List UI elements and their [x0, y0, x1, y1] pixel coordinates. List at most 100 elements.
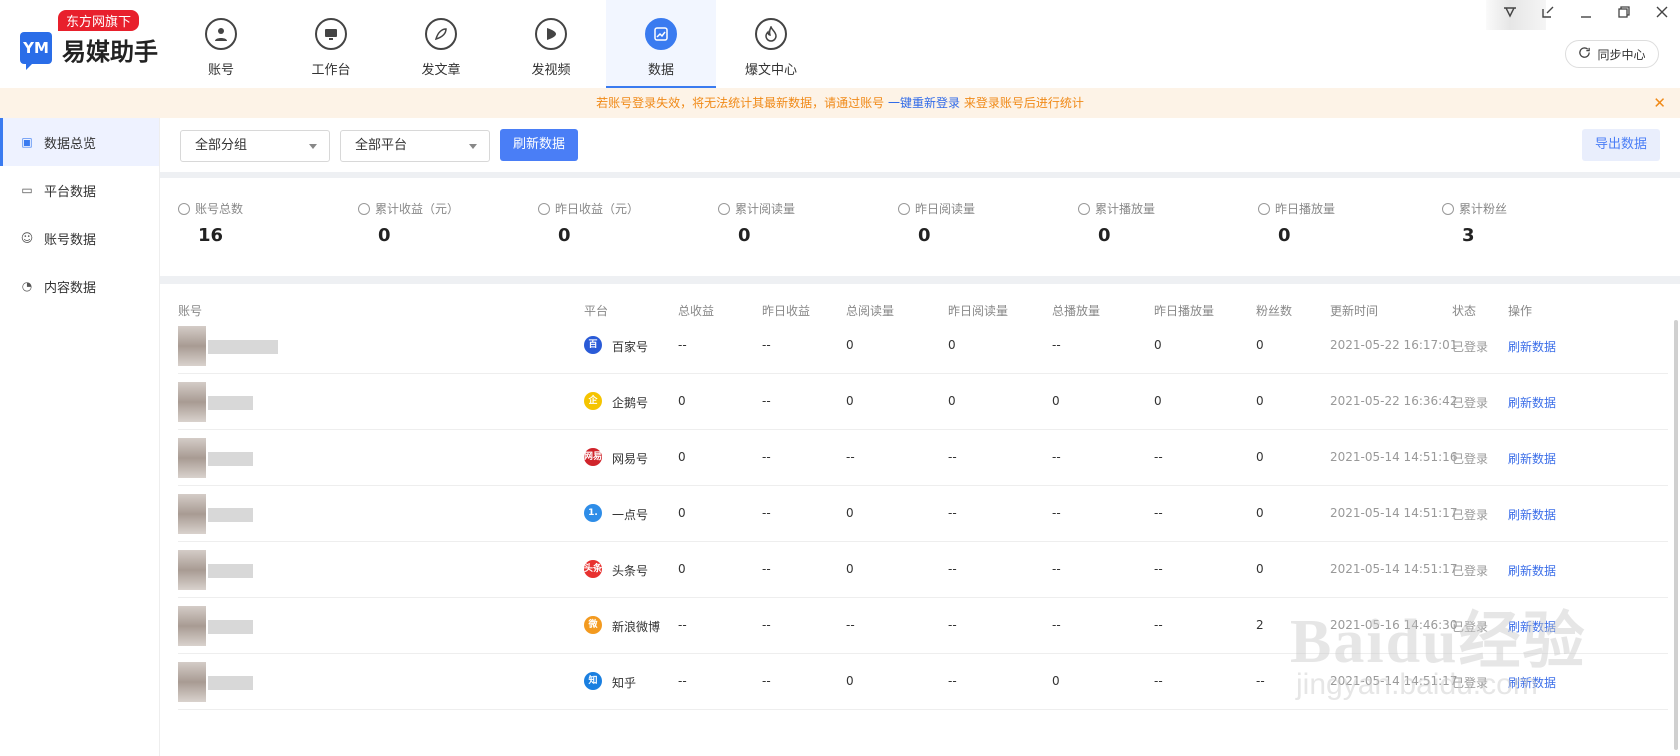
- stat-label: 昨日播放量: [1275, 202, 1336, 216]
- stat-card: 累计收益（元） 0: [358, 200, 459, 246]
- close-window-icon[interactable]: [1654, 4, 1670, 20]
- nav-item-6[interactable]: 爆文中心: [716, 0, 826, 88]
- table-row[interactable]: 网易 网易号 0 -- -- -- -- -- 0 2021-05-14 14:51:16 已登录 刷…: [178, 430, 1668, 486]
- top-bar: YM 东方网旗下 易媒助手 账号 工作台 发文章 发视频 数据 爆文中心 同步中心: [0, 0, 1680, 88]
- yidian-icon: 1.: [584, 504, 602, 522]
- monitor-icon: ▭: [21, 183, 33, 197]
- sidebar-item-3[interactable]: ☺ 账号数据: [0, 214, 159, 262]
- cell-total-income: --: [678, 618, 687, 632]
- cell-fans: 0: [1256, 394, 1264, 408]
- feather-icon: [425, 18, 457, 50]
- stat-label-row: 累计播放量: [1078, 200, 1155, 217]
- cell-total-income: 0: [678, 506, 686, 520]
- sidebar: ▣ 数据总览 ▭ 平台数据 ☺ 账号数据 ◔ 内容数据: [0, 118, 160, 756]
- stat-label: 累计收益（元）: [375, 202, 460, 216]
- cell-fans: 0: [1256, 450, 1264, 464]
- refresh-data-button[interactable]: 刷新数据: [500, 129, 578, 161]
- avatar: [178, 326, 206, 366]
- column-header: 总播放量: [1052, 304, 1101, 318]
- close-notice-icon[interactable]: ✕: [1653, 88, 1666, 118]
- sidebar-item-1[interactable]: ▣ 数据总览: [0, 118, 159, 166]
- cell-fans: 0: [1256, 562, 1264, 576]
- account-avatar-blurred: [178, 662, 298, 702]
- relogin-link[interactable]: 一键重新登录: [888, 96, 960, 110]
- avatar: [178, 550, 206, 590]
- stat-label-row: 账号总数: [178, 200, 243, 217]
- nav-item-4[interactable]: 发视频: [496, 0, 606, 88]
- cell-total-reads: --: [846, 450, 855, 464]
- column-header: 账号: [178, 304, 203, 318]
- nav-label: 发文章: [421, 63, 461, 78]
- sidebar-item-2[interactable]: ▭ 平台数据: [0, 166, 159, 214]
- table-row[interactable]: 企企鹅号 0 -- 0 0 0 0 0 2021-05-22 16:36:42 已登录 刷新数据: [178, 374, 1668, 430]
- nav-item-5[interactable]: 数据: [606, 0, 716, 88]
- refresh-row-link[interactable]: 刷新数据: [1508, 338, 1556, 355]
- stat-value: 0: [738, 225, 751, 246]
- avatar: [178, 662, 206, 702]
- stat-label-row: 累计收益（元）: [358, 200, 459, 217]
- notice-text-before: 若账号登录失效，将无法统计其最新数据，请通过账号: [596, 96, 888, 110]
- refresh-icon: [1578, 46, 1591, 62]
- cell-yesterday-plays: --: [1154, 506, 1163, 520]
- sync-center-button[interactable]: 同步中心: [1565, 40, 1659, 68]
- cell-total-income: --: [678, 338, 687, 352]
- sidebar-item-label: 账号数据: [44, 232, 97, 248]
- user-icon: ☺: [20, 231, 34, 245]
- nav-label: 数据: [647, 63, 674, 78]
- cell-total-reads: 0: [846, 394, 854, 408]
- column-header: 昨日阅读量: [948, 304, 1009, 318]
- window-controls: [1502, 4, 1670, 20]
- fans-icon: [1442, 202, 1454, 215]
- sidebar-item-label: 内容数据: [44, 280, 97, 296]
- cell-yesterday-income: --: [762, 394, 771, 408]
- refresh-row-link[interactable]: 刷新数据: [1508, 506, 1556, 523]
- cell-yesterday-plays: 0: [1154, 394, 1162, 408]
- platform-name: 企鹅号: [612, 396, 649, 410]
- cell-total-income: 0: [678, 394, 686, 408]
- group-select[interactable]: 全部分组: [180, 130, 330, 162]
- stat-value: 16: [198, 225, 224, 246]
- column-header: 粉丝数: [1256, 304, 1293, 318]
- refresh-row-link[interactable]: 刷新数据: [1508, 562, 1556, 579]
- cell-total-plays: 0: [1052, 394, 1060, 408]
- refresh-row-link[interactable]: 刷新数据: [1508, 394, 1556, 411]
- weibo-icon: 微: [584, 616, 602, 634]
- minimize-icon[interactable]: [1578, 4, 1594, 20]
- cell-total-income: --: [678, 674, 687, 688]
- cell-fans: 2: [1256, 618, 1264, 632]
- platform-name: 网易号: [612, 452, 649, 466]
- account-avatar-blurred: [178, 326, 298, 366]
- dropdown-menu-icon[interactable]: [1502, 4, 1518, 20]
- nav-label: 爆文中心: [744, 63, 797, 78]
- platform-select[interactable]: 全部平台: [340, 130, 490, 162]
- refresh-row-link[interactable]: 刷新数据: [1508, 450, 1556, 467]
- app-name: 易媒助手: [62, 38, 158, 66]
- table-scrollbar[interactable]: [1674, 320, 1678, 750]
- platform-name: 头条号: [612, 564, 649, 578]
- cell-total-reads: 0: [846, 674, 854, 688]
- edit-feedback-icon[interactable]: [1540, 4, 1556, 20]
- export-data-button[interactable]: 导出数据: [1582, 129, 1660, 161]
- toutiao-icon: 头条: [584, 560, 602, 578]
- cell-yesterday-income: --: [762, 562, 771, 576]
- nav-item-2[interactable]: 工作台: [276, 0, 386, 88]
- nav-item-1[interactable]: 账号: [166, 0, 276, 88]
- stats-summary: 账号总数 16 累计收益（元） 0 昨日收益（元） 0 累计阅读量 0 昨日阅读量 0 累计播放量 0…: [160, 178, 1680, 276]
- account-avatar-blurred: [178, 382, 298, 422]
- avatar: [178, 494, 206, 534]
- stat-value: 0: [1098, 225, 1111, 246]
- platform-name: 百家号: [612, 340, 649, 354]
- avatar: [178, 606, 206, 646]
- cell-updated-time: 2021-05-14 14:51:17: [1330, 562, 1458, 576]
- table-row[interactable]: 1. 一点号 0 -- 0 -- -- -- 0 2021-05-14 14:51:17 已登录 刷新…: [178, 486, 1668, 542]
- account-name-blurred: [208, 508, 253, 522]
- chevron-down-icon: [469, 144, 477, 153]
- stat-label-row: 昨日阅读量: [898, 200, 975, 217]
- account-name-blurred: [208, 620, 253, 634]
- sync-center-label: 同步中心: [1597, 47, 1646, 62]
- table-row[interactable]: 百百家号 -- -- 0 0 -- 0 0 2021-05-22 16:17:01 已登录 刷新数据: [178, 318, 1668, 374]
- sidebar-item-4[interactable]: ◔ 内容数据: [0, 262, 159, 310]
- nav-item-3[interactable]: 发文章: [386, 0, 496, 88]
- maximize-icon[interactable]: [1616, 4, 1632, 20]
- play-icon: [535, 18, 567, 50]
